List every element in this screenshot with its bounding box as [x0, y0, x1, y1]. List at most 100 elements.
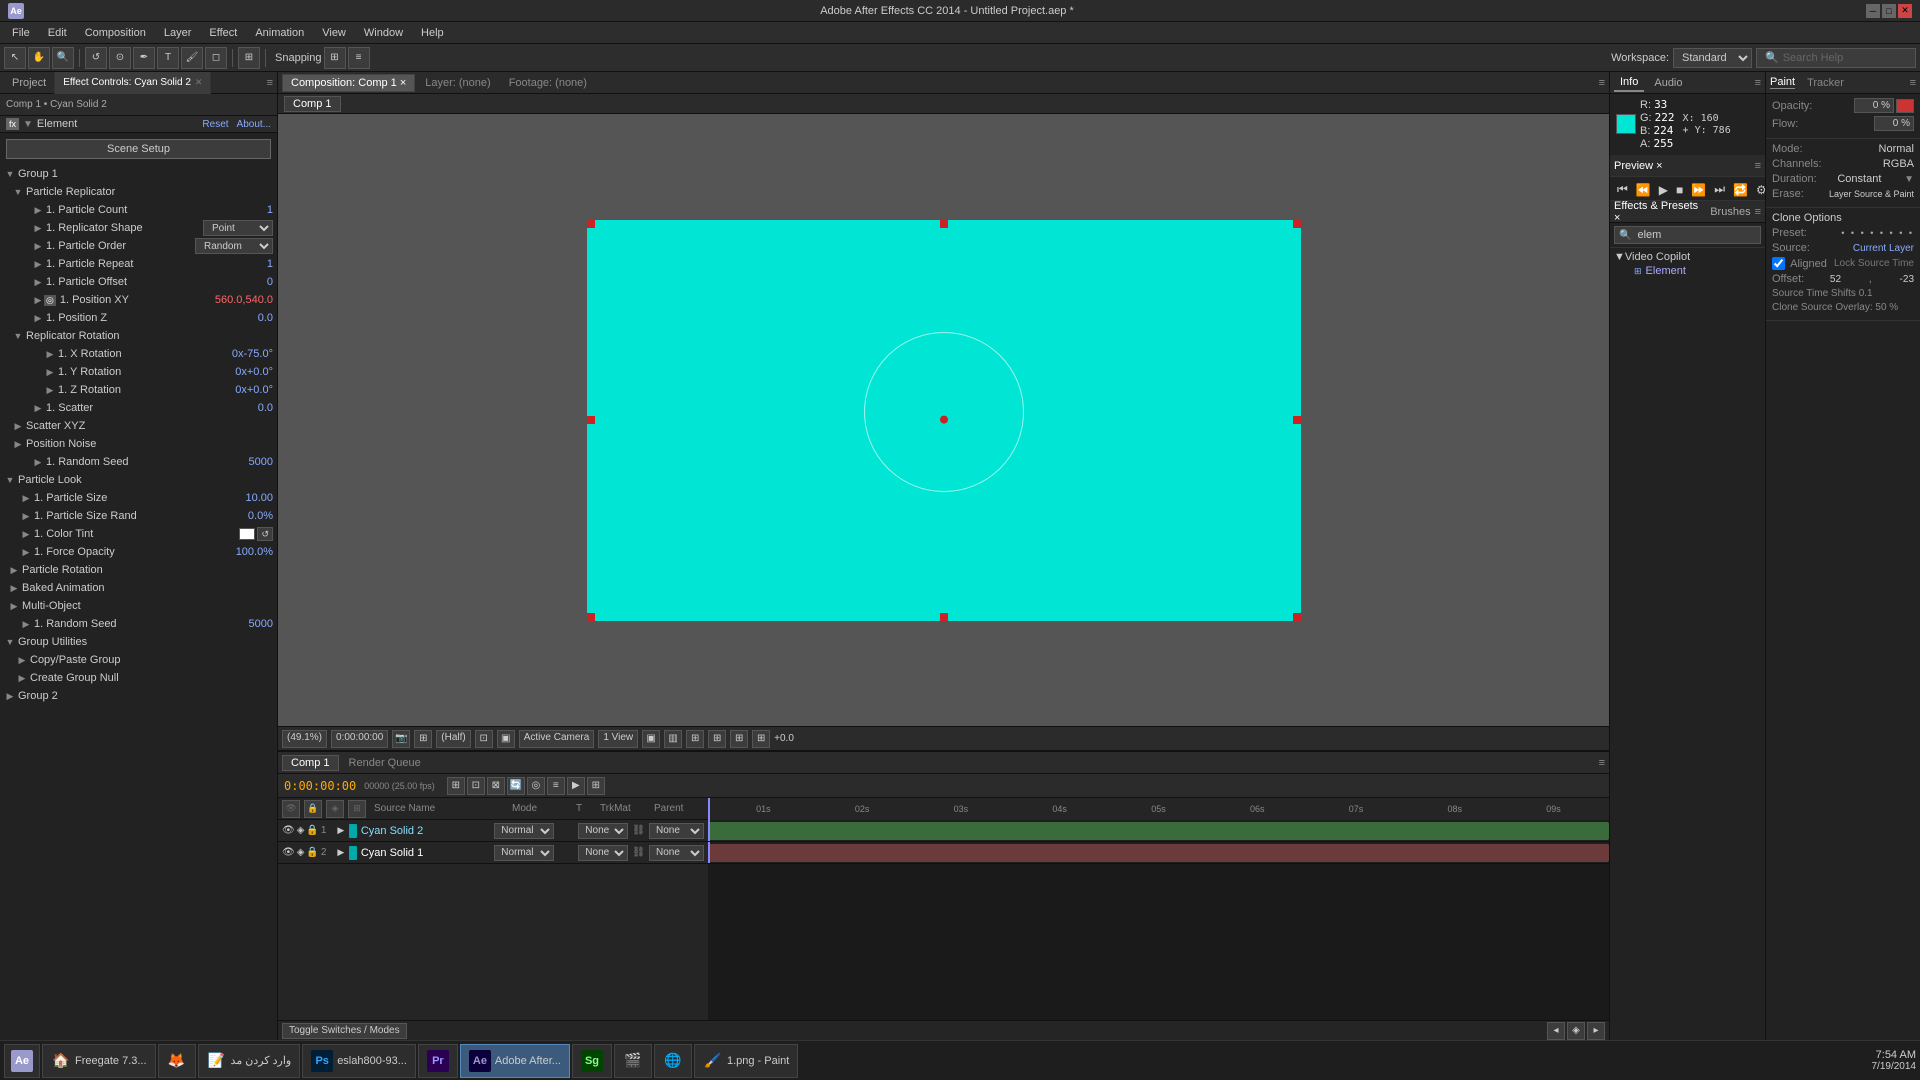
taskbar-premiere[interactable]: Pr [418, 1044, 458, 1078]
maximize-button[interactable]: □ [1882, 4, 1896, 18]
camera-dropdown[interactable]: Active Camera [519, 730, 595, 748]
grid-btn[interactable]: ⊞ [708, 730, 726, 748]
menu-file[interactable]: File [4, 23, 38, 43]
tool-text[interactable]: T [157, 47, 179, 69]
tool-pen[interactable]: ✒ [133, 47, 155, 69]
taskbar-photoshop[interactable]: Ps eslah800-93... [302, 1044, 416, 1078]
handle-bottom-left[interactable] [587, 613, 595, 621]
taskbar-freegate[interactable]: 🏠 Freegate 7.3... [42, 1044, 156, 1078]
z-rotation-value[interactable]: 0x+0.0° [235, 384, 273, 396]
tool-shape[interactable]: ◻ [205, 47, 227, 69]
track-2-eye[interactable]: 👁 [282, 847, 295, 858]
effects-menu[interactable]: ≡ [1755, 206, 1761, 218]
timeline-nav-right[interactable]: ▸ [1587, 1022, 1605, 1040]
preview-first[interactable]: ⏮ [1614, 181, 1631, 198]
particle-size-rand-value[interactable]: 0.0% [248, 510, 273, 522]
taskbar-import[interactable]: 📝 وارد کردن مد [198, 1044, 301, 1078]
tab-footage[interactable]: Footage: (none) [501, 75, 595, 91]
snap-btn[interactable]: ⊞ [752, 730, 770, 748]
taskbar-sg[interactable]: Sg [572, 1044, 612, 1078]
menu-edit[interactable]: Edit [40, 23, 75, 43]
x-rotation-value[interactable]: 0x-75.0° [232, 348, 273, 360]
comp-panel-menu[interactable]: ≡ [1599, 77, 1605, 89]
baked-animation-header[interactable]: ▶ Baked Animation [0, 579, 277, 597]
particle-order-select[interactable]: RandomSequential [195, 238, 273, 254]
tab-project[interactable]: Project [4, 72, 55, 94]
opacity-input[interactable] [1854, 98, 1894, 113]
track-1-parent[interactable]: None [649, 823, 704, 839]
tool-zoom[interactable]: 🔍 [52, 47, 74, 69]
taskbar-browser[interactable]: 🌐 [654, 1044, 692, 1078]
timeline-btn-8[interactable]: ⊞ [587, 777, 605, 795]
particle-look-header[interactable]: ▼ Particle Look [0, 471, 277, 489]
preview-last[interactable]: ⏭ [1711, 181, 1728, 198]
toggle-arrow[interactable]: ▼ [23, 119, 33, 130]
timeline-btn-1[interactable]: ⊞ [447, 777, 465, 795]
preview-next-frame[interactable]: ⏩ [1688, 182, 1709, 198]
track-1-mode[interactable]: Normal [494, 823, 554, 839]
paint-panel-menu[interactable]: ≡ [1910, 77, 1916, 89]
aligned-checkbox[interactable] [1772, 257, 1785, 270]
menu-view[interactable]: View [314, 23, 354, 43]
tab-comp1-timeline[interactable]: Comp 1 [282, 755, 339, 771]
toggle-switches-modes[interactable]: Toggle Switches / Modes [282, 1023, 407, 1039]
workspace-select[interactable]: Standard Minimal All Panels [1673, 48, 1752, 68]
tool-camera-orbit[interactable]: ⊙ [109, 47, 131, 69]
video-copilot-header[interactable]: ▼ Video Copilot [1614, 251, 1761, 263]
menu-composition[interactable]: Composition [77, 23, 154, 43]
offset-y[interactable]: -23 [1900, 274, 1914, 285]
timeline-btn-6[interactable]: ≡ [547, 777, 565, 795]
taskbar-movie[interactable]: 🎬 [614, 1044, 652, 1078]
timeline-panel-menu[interactable]: ≡ [1599, 757, 1605, 769]
tab-paint[interactable]: Paint [1770, 76, 1795, 89]
tab-brushes[interactable]: Brushes [1710, 206, 1750, 218]
rulers-btn[interactable]: ⊞ [730, 730, 748, 748]
track-2-expand[interactable]: ▶ [335, 847, 347, 858]
menu-animation[interactable]: Animation [247, 23, 312, 43]
timeline-btn-7[interactable]: ▶ [567, 777, 585, 795]
view-layout-2[interactable]: ▥ [664, 730, 682, 748]
timeline-btn-2[interactable]: ⊡ [467, 777, 485, 795]
handle-bottom-right[interactable] [1293, 613, 1301, 621]
handle-top-mid[interactable] [940, 220, 948, 228]
track-1-name[interactable]: Cyan Solid 2 [361, 825, 492, 837]
timeline-timecode[interactable]: 0:00:00:00 [284, 779, 356, 793]
foreground-swatch[interactable] [1896, 99, 1914, 113]
timeline-btn-3[interactable]: ⊠ [487, 777, 505, 795]
group-utilities-header[interactable]: ▼ Group Utilities [0, 633, 277, 651]
multi-object-header[interactable]: ▶ Multi-Object [0, 597, 277, 615]
handle-mid-left[interactable] [587, 416, 595, 424]
track-2-parent[interactable]: None [649, 845, 704, 861]
tab-info[interactable]: Info [1614, 74, 1644, 92]
element-effect-item[interactable]: ⊞ Element [1614, 263, 1761, 279]
tool-rotate[interactable]: ↺ [85, 47, 107, 69]
timecode-display[interactable]: 0:00:00:00 [331, 730, 388, 748]
particle-size-value[interactable]: 10.00 [245, 492, 273, 504]
tool-hand[interactable]: ✋ [28, 47, 50, 69]
tab-render-queue[interactable]: Render Queue [341, 756, 429, 770]
menu-effect[interactable]: Effect [201, 23, 245, 43]
taskbar-aftereffects[interactable]: Ae Adobe After... [460, 1044, 570, 1078]
handle-top-left[interactable] [587, 220, 595, 228]
preview-menu[interactable]: ≡ [1755, 160, 1761, 172]
duration-dropdown-arrow[interactable]: ▼ [1904, 174, 1914, 185]
playhead[interactable] [708, 798, 710, 820]
color-tint-swatch[interactable] [239, 528, 255, 540]
replicator-rotation-header[interactable]: ▼ Replicator Rotation [0, 327, 277, 345]
tool-paint[interactable]: 🖌 [181, 47, 203, 69]
replicator-shape-select[interactable]: PointBoxSphere [203, 220, 273, 236]
random-seed-1-value[interactable]: 5000 [249, 456, 273, 468]
track-1-lock[interactable]: 🔒 [306, 825, 318, 836]
menu-help[interactable]: Help [413, 23, 452, 43]
safe-zones-btn[interactable]: ⊞ [686, 730, 704, 748]
force-opacity-value[interactable]: 100.0% [236, 546, 273, 558]
handle-top-right[interactable] [1293, 220, 1301, 228]
taskbar-firefox[interactable]: 🦊 [158, 1044, 196, 1078]
preview-prev-frame[interactable]: ⏪ [1633, 182, 1654, 198]
composition-viewport[interactable] [278, 114, 1609, 726]
tab-tracker[interactable]: Tracker [1807, 77, 1844, 89]
track-2-name[interactable]: Cyan Solid 1 [361, 847, 492, 859]
preview-stop[interactable]: ■ [1673, 182, 1686, 198]
copy-paste-group-row[interactable]: ▶ Copy/Paste Group [0, 651, 277, 669]
tab-effect-controls[interactable]: Effect Controls: Cyan Solid 2 ✕ [55, 72, 211, 94]
